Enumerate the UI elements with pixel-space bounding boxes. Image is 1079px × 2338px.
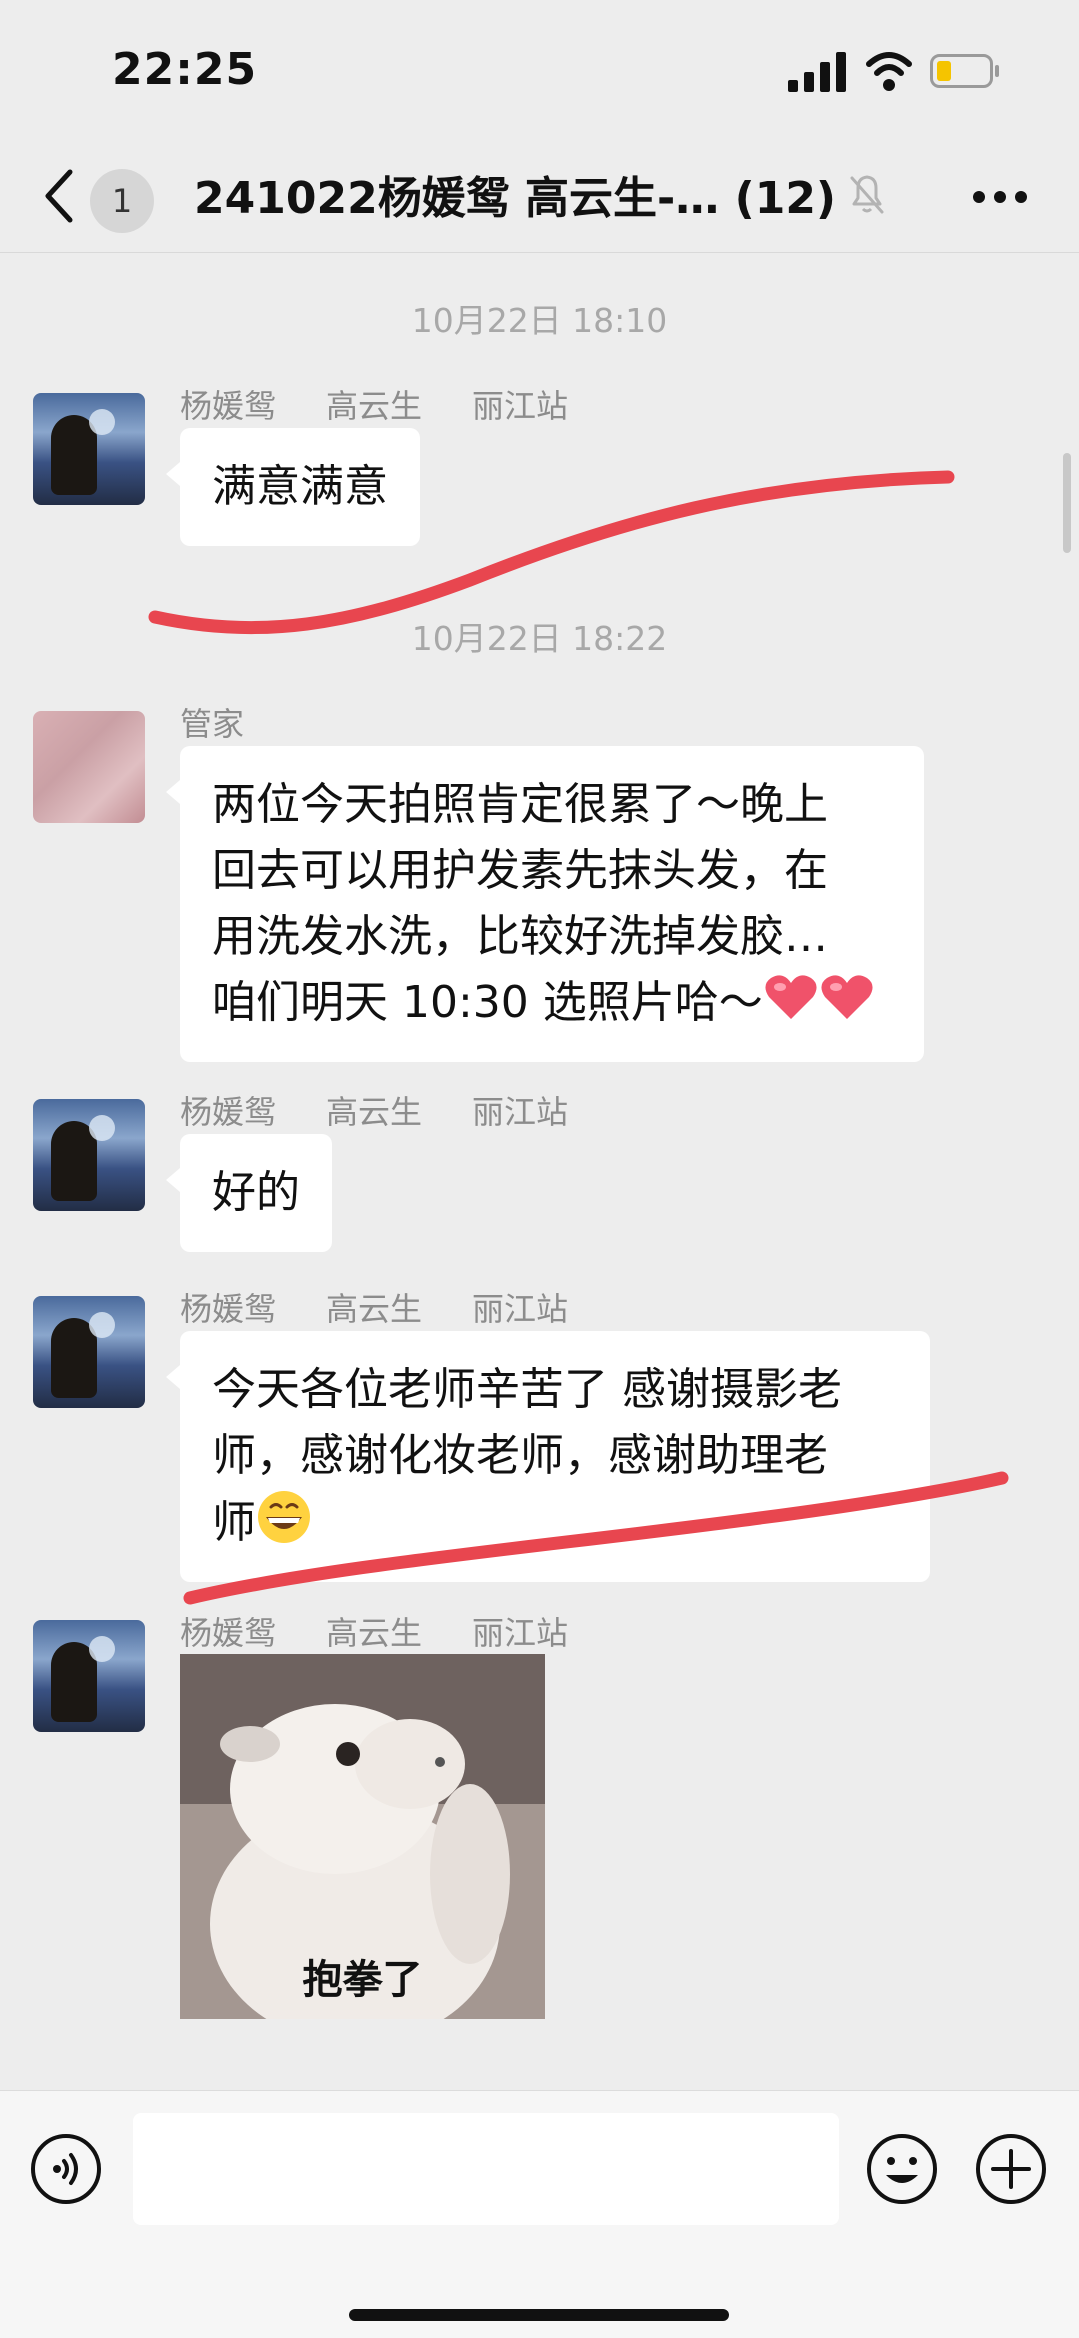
- plus-icon[interactable]: [975, 2133, 1047, 2205]
- sender-name-part: 丽江站: [472, 1093, 569, 1131]
- sender-name-part: 丽江站: [472, 1614, 569, 1652]
- avatar[interactable]: [33, 1099, 145, 1211]
- sender-name: 杨媛鸳 高云生 丽江站: [180, 381, 618, 427]
- chat-title: 241022杨媛鸳 高云生-… (12): [194, 173, 837, 224]
- message-line: 回去可以用护发素先抹头发，在: [212, 845, 828, 896]
- message-line-text: 咱们明天 10:30 选照片哈～: [212, 977, 763, 1028]
- timestamp-separator: 10月22日 18:10: [411, 301, 668, 340]
- sender-name-part: 杨媛鸳: [180, 1290, 277, 1328]
- scroll-indicator[interactable]: [1063, 453, 1071, 553]
- avatar[interactable]: [33, 711, 145, 823]
- sender-name-part: 杨媛鸳: [180, 387, 277, 425]
- wifi-icon: [866, 52, 912, 91]
- avatar[interactable]: [33, 1620, 145, 1732]
- message-input[interactable]: [133, 2113, 839, 2225]
- message-line: 师: [212, 1489, 898, 1556]
- sender-name-part: 高云生: [326, 387, 423, 425]
- sender-name-part: 丽江站: [472, 1290, 569, 1328]
- avatar[interactable]: [33, 1296, 145, 1408]
- message-bubble[interactable]: 好的: [166, 1134, 332, 1252]
- status-time: 22:25: [112, 44, 258, 95]
- more-options-icon[interactable]: [972, 190, 1028, 204]
- sender-name-part: 高云生: [326, 1290, 423, 1328]
- sender-name-part: 高云生: [326, 1614, 423, 1652]
- sender-name-part: 高云生: [326, 1093, 423, 1131]
- sticker-image[interactable]: 抱拳了: [180, 1654, 545, 2019]
- status-bar: 22:25: [0, 0, 1079, 140]
- message-line-text: 师: [212, 1497, 256, 1548]
- message-text: 满意满意: [212, 461, 388, 512]
- message-text: 好的: [212, 1167, 300, 1218]
- message-bubble[interactable]: 两位今天拍照肯定很累了～晚上 回去可以用护发素先抹头发，在 用洗发水洗，比较好洗…: [166, 746, 924, 1062]
- message-line: 两位今天拍照肯定很累了～晚上: [212, 779, 828, 830]
- sticker-caption: 抱拳了: [302, 1957, 423, 2003]
- sender-name-part: 杨媛鸳: [180, 1093, 277, 1131]
- message-line: 咱们明天 10:30 选照片哈～: [212, 970, 892, 1036]
- message-line: 用洗发水洗，比较好洗掉发胶…: [212, 911, 828, 962]
- home-indicator[interactable]: [349, 2309, 729, 2321]
- message-bubble[interactable]: 今天各位老师辛苦了 感谢摄影老 师，感谢化妆老师，感谢助理老 师: [166, 1331, 930, 1582]
- emoji-icon[interactable]: [866, 2133, 938, 2205]
- unread-count-badge[interactable]: 1: [90, 169, 154, 233]
- input-bar: [0, 2090, 1079, 2338]
- avatar[interactable]: [33, 393, 145, 505]
- sender-name: 杨媛鸳 高云生 丽江站: [180, 1087, 618, 1133]
- back-chevron-icon[interactable]: [40, 164, 80, 228]
- sender-name-part: 杨媛鸳: [180, 1614, 277, 1652]
- sender-name-part: 管家: [180, 705, 245, 743]
- red-heart-icon: [765, 975, 817, 1019]
- chat-header: 1 241022杨媛鸳 高云生-… (12): [0, 140, 1079, 253]
- sender-name-part: 丽江站: [472, 387, 569, 425]
- timestamp-separator: 10月22日 18:22: [411, 619, 668, 658]
- message-line: 今天各位老师辛苦了 感谢摄影老: [212, 1364, 842, 1415]
- voice-icon[interactable]: [30, 2133, 102, 2205]
- grinning-face-icon: [258, 1491, 310, 1543]
- sender-name: 杨媛鸳 高云生 丽江站: [180, 1284, 618, 1330]
- message-line: 师，感谢化妆老师，感谢助理老: [212, 1430, 828, 1481]
- sender-name: 管家: [180, 699, 294, 745]
- muted-bell-icon: [850, 175, 884, 214]
- battery-icon: [930, 54, 999, 88]
- red-heart-icon: [821, 975, 873, 1019]
- message-bubble[interactable]: 满意满意: [166, 428, 420, 546]
- sender-name: 杨媛鸳 高云生 丽江站: [180, 1608, 618, 1654]
- cellular-signal-icon: [788, 52, 846, 92]
